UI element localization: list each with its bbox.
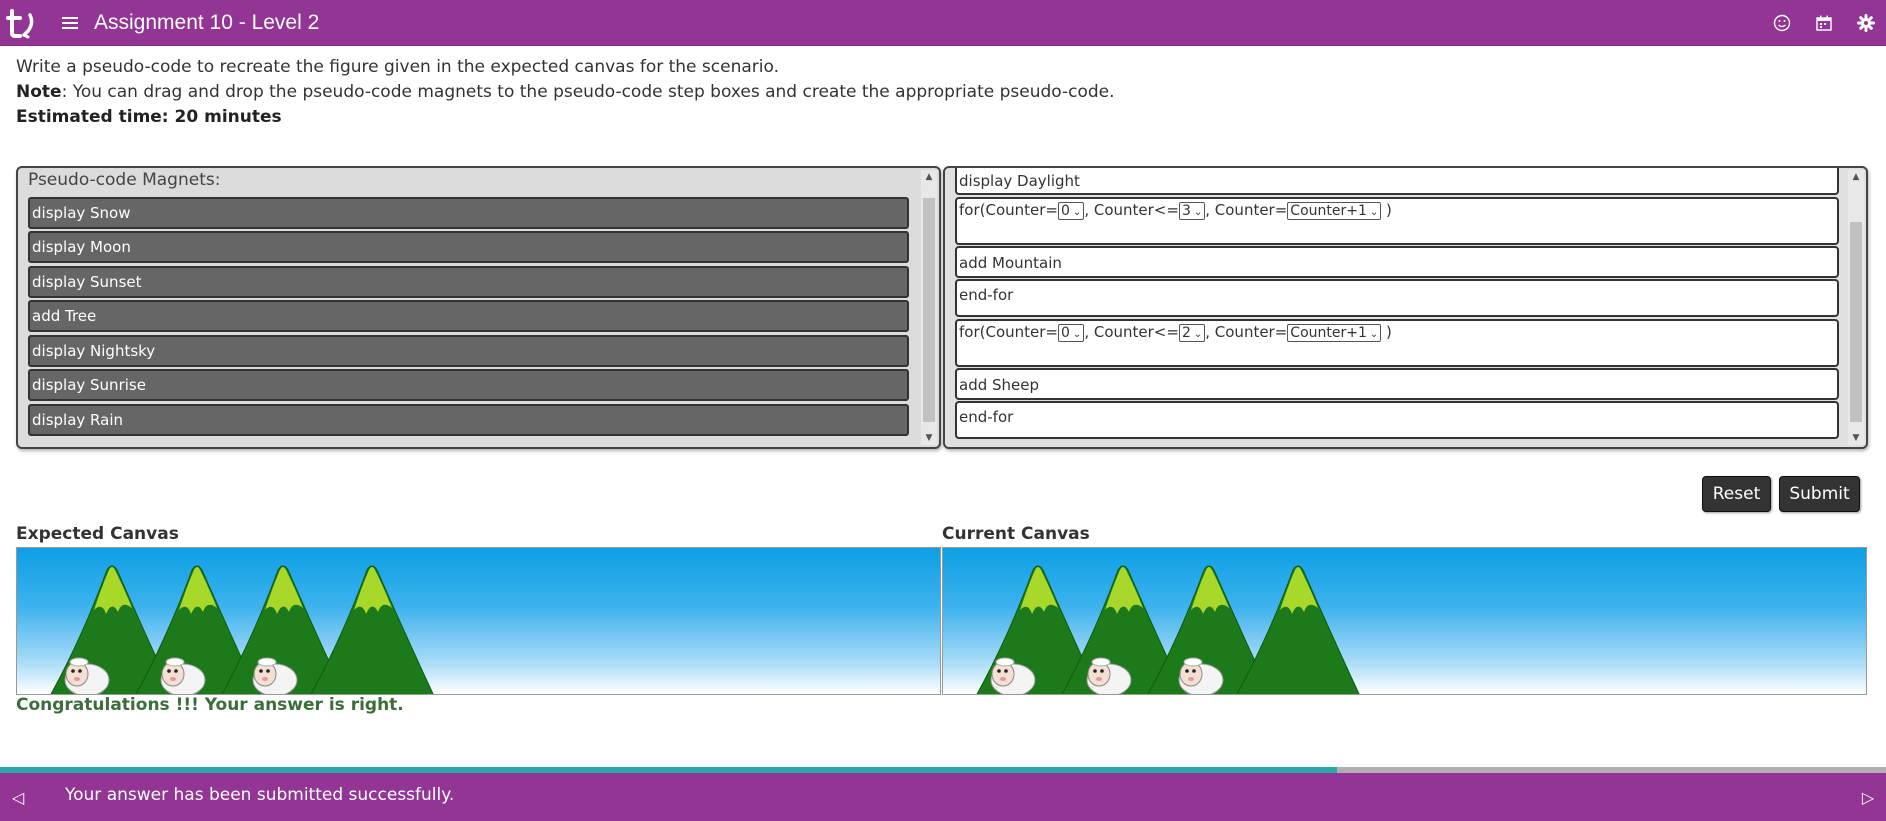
magnet-display-moon[interactable]: display Moon [28,231,909,263]
instruction-line: Write a pseudo-code to recreate the figu… [16,57,779,77]
status-message: Your answer has been submitted successfu… [65,785,455,805]
end-select[interactable]: 2 ⌄ [1178,323,1206,342]
start-select[interactable]: 0 ⌄ [1058,323,1085,342]
top-bar: Assignment 10 - Level 2 [0,0,1886,46]
loop-prefix: for(Counter= [959,323,1058,341]
loop-suffix: ) [1381,201,1392,219]
chevron-down-icon: ⌄ [1072,206,1082,218]
page-title: Assignment 10 - Level 2 [94,10,320,34]
scroll-up-icon[interactable]: ▲ [921,170,937,184]
magnet-display-nightsky[interactable]: display Nightsky [28,335,909,367]
step-add-mountain[interactable]: add Mountain [955,246,1839,278]
magnet-display-sunset[interactable]: display Sunset [28,266,909,298]
scroll-thumb[interactable] [1850,222,1862,422]
note-label: Note [16,82,62,102]
current-canvas [942,547,1867,695]
current-canvas-label: Current Canvas [942,524,1090,544]
step-for-loop-2[interactable]: for(Counter= 0 ⌄, Counter<= 2 ⌄, Counter= Cou… [955,319,1839,367]
scroll-down-icon[interactable]: ▼ [921,431,937,445]
loop-mid2: , Counter= [1205,323,1288,341]
estimated-time: Estimated time: 20 minutes [16,107,282,127]
note-text: : You can drag and drop the pseudo-code … [61,82,1115,102]
reset-button[interactable]: Reset [1702,476,1771,512]
submit-button[interactable]: Submit [1779,476,1860,512]
expected-scene [50,565,434,694]
current-scene [976,565,1360,694]
magnet-add-tree[interactable]: add Tree [28,300,909,332]
chevron-down-icon: ⌄ [1369,206,1379,218]
expected-canvas [16,547,941,695]
step-display-daylight[interactable]: display Daylight [955,168,1839,195]
start-select[interactable]: 0 ⌄ [1058,201,1085,220]
settings-gear-icon[interactable] [1856,13,1876,33]
loop-prefix: for(Counter= [959,201,1058,219]
increment-select[interactable]: Counter+1 ⌄ [1287,323,1382,342]
increment-select[interactable]: Counter+1 ⌄ [1287,201,1382,220]
scroll-thumb[interactable] [923,198,935,422]
loop-suffix: ) [1381,323,1392,341]
steps-panel: display Daylight for(Counter= 0 ⌄, Counter… [943,166,1868,449]
magnets-scrollbar[interactable]: ▲ ▼ [921,170,937,445]
loop-mid: , Counter<= [1084,201,1179,219]
mountain-4 [1236,565,1360,694]
steps-scrollbar[interactable]: ▲ ▼ [1848,170,1864,445]
scroll-up-icon[interactable]: ▲ [1848,170,1864,184]
magnets-title: Pseudo-code Magnets: [28,170,221,190]
chevron-down-icon: ⌄ [1072,328,1082,340]
magnet-display-snow[interactable]: display Snow [28,197,909,229]
magnet-display-sunrise[interactable]: display Sunrise [28,369,909,401]
expected-canvas-label: Expected Canvas [16,524,179,544]
chevron-down-icon: ⌄ [1369,328,1379,340]
loop-mid2: , Counter= [1205,201,1288,219]
magnet-display-rain[interactable]: display Rain [28,404,909,436]
logo-icon[interactable] [0,0,42,46]
step-end-for-1[interactable]: end-for [955,279,1839,317]
chevron-down-icon: ⌄ [1193,206,1203,218]
result-message: Congratulations !!! Your answer is right… [16,695,404,715]
step-end-for-2[interactable]: end-for [955,401,1839,439]
next-icon[interactable]: ▷ [1858,787,1878,807]
instructions: Write a pseudo-code to recreate the figu… [16,55,1115,130]
scroll-down-icon[interactable]: ▼ [1848,431,1864,445]
menu-icon[interactable] [60,0,80,46]
footer-bar: ◁ Your answer has been submitted success… [0,773,1886,821]
mountain-4 [310,565,434,694]
note-line: Note: You can drag and drop the pseudo-c… [16,80,1115,105]
loop-mid: , Counter<= [1084,323,1179,341]
smiley-icon[interactable] [1772,13,1792,33]
calendar-icon[interactable] [1814,13,1834,33]
previous-icon[interactable]: ◁ [8,787,28,807]
chevron-down-icon: ⌄ [1193,328,1203,340]
step-add-sheep[interactable]: add Sheep [955,368,1839,400]
step-for-loop-1[interactable]: for(Counter= 0 ⌄, Counter<= 3 ⌄, Counter= Cou… [955,197,1839,245]
magnets-panel: Pseudo-code Magnets: display Snow displa… [16,166,941,449]
end-select[interactable]: 3 ⌄ [1178,201,1206,220]
